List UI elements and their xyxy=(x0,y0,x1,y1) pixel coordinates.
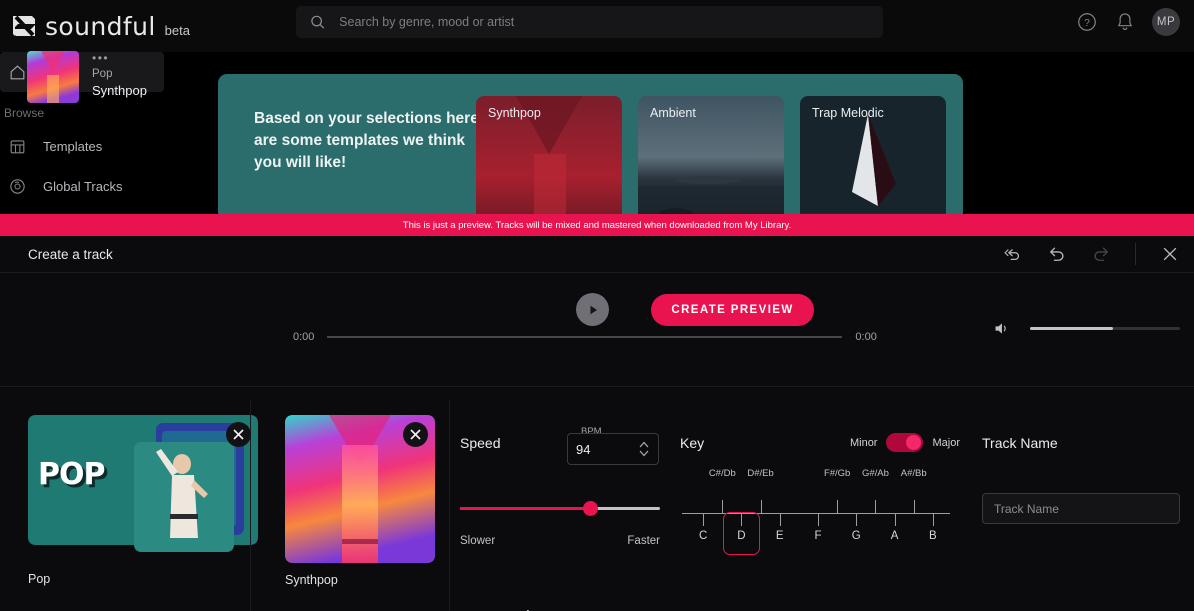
key-natural-f[interactable]: F xyxy=(814,530,821,542)
customize-section: POP xyxy=(0,0,1194,611)
bpm-field[interactable]: 94 xyxy=(567,433,659,465)
key-tick-sharp xyxy=(875,500,876,513)
speed-slider-fill xyxy=(460,507,590,510)
key-selected-indicator xyxy=(723,512,760,555)
card-caption: Synthpop xyxy=(285,573,338,587)
key-sharp-label[interactable]: D#/Eb xyxy=(747,468,773,479)
template-card-pop[interactable]: POP xyxy=(0,400,250,611)
speed-slider[interactable] xyxy=(460,507,660,510)
stepper-updown-icon[interactable] xyxy=(638,440,650,458)
close-icon xyxy=(232,428,245,441)
app-root: soundful beta ? MP xyxy=(0,0,1194,611)
remove-card-button[interactable] xyxy=(403,422,428,447)
minor-label: Minor xyxy=(850,437,878,449)
card-caption: Pop xyxy=(28,572,50,586)
key-tick-sharp xyxy=(837,500,838,513)
card-art-label: POP xyxy=(38,457,104,492)
preview-notice-banner: This is just a preview. Tracks will be m… xyxy=(0,214,1194,236)
key-natural-b[interactable]: B xyxy=(929,530,937,542)
key-control-group: Key Minor Major CC#/DbDD#/EbEFF#/GbGG#/A… xyxy=(680,425,960,451)
speed-slower-label: Slower xyxy=(460,535,495,547)
key-selector[interactable]: CC#/DbDD#/EbEFF#/GbGG#/AbAA#/BbB xyxy=(680,468,952,543)
speed-slider-knob[interactable] xyxy=(583,501,598,516)
track-name-label: Track Name xyxy=(982,435,1182,451)
remove-card-button[interactable] xyxy=(226,422,251,447)
key-axis-line xyxy=(682,513,950,514)
track-name-input[interactable] xyxy=(982,493,1180,524)
speed-faster-label: Faster xyxy=(627,535,660,547)
key-sharp-label[interactable]: F#/Gb xyxy=(824,468,850,479)
key-tick xyxy=(856,514,857,526)
major-label: Major xyxy=(932,437,960,449)
bpm-value: 94 xyxy=(576,442,590,457)
key-sharp-label[interactable]: G#/Ab xyxy=(862,468,889,479)
key-sharp-label[interactable]: A#/Bb xyxy=(901,468,927,479)
key-natural-a[interactable]: A xyxy=(891,530,899,542)
key-tick-sharp xyxy=(761,500,762,513)
key-tick xyxy=(895,514,896,526)
key-tick-sharp xyxy=(722,500,723,513)
switch-knob xyxy=(906,435,921,450)
key-natural-e[interactable]: E xyxy=(776,530,784,542)
key-sharp-label[interactable]: C#/Db xyxy=(709,468,736,479)
close-icon xyxy=(409,428,422,441)
speed-end-labels: Slower Faster xyxy=(460,535,660,547)
key-tick-sharp xyxy=(914,500,915,513)
key-natural-g[interactable]: G xyxy=(852,530,861,542)
track-name-group: Track Name xyxy=(982,425,1182,451)
key-tick xyxy=(780,514,781,526)
key-tick xyxy=(933,514,934,526)
key-tick xyxy=(818,514,819,526)
template-card-synthpop[interactable]: Synthpop xyxy=(250,400,450,611)
key-natural-c[interactable]: C xyxy=(699,530,707,542)
key-tick xyxy=(703,514,704,526)
mode-switch[interactable] xyxy=(886,433,923,452)
speed-control-group: Speed BPM 94 Slower Faster xyxy=(460,425,660,451)
key-mode-toggle[interactable]: Minor Major xyxy=(850,433,960,452)
card-artwork-front xyxy=(134,442,234,552)
